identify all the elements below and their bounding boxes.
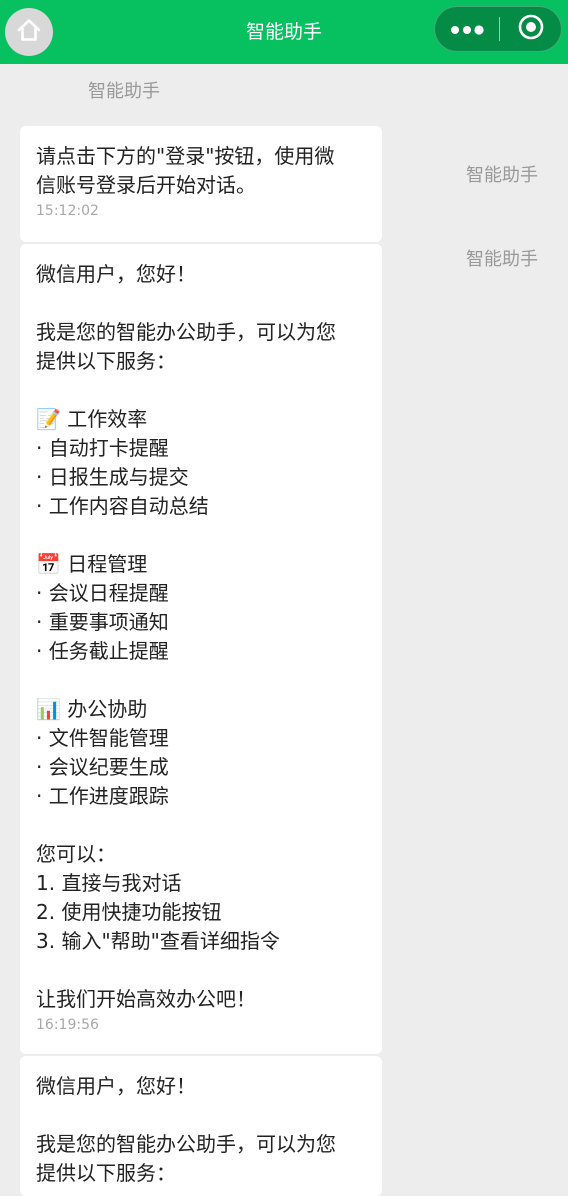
message-text: 微信用户，您好！ 我是您的智能办公助手，可以为您 提供以下服务： 📝 工作效率 … (36, 262, 336, 1011)
message-bubble: 微信用户，您好！ 我是您的智能办公助手，可以为您 提供以下服务： 📝 工作效率 … (20, 244, 382, 1054)
sender-name: 智能助手 (466, 165, 538, 186)
message-time: 16:19:56 (36, 1017, 99, 1033)
close-miniprogram-button[interactable] (500, 7, 562, 51)
more-button[interactable] (435, 7, 499, 51)
message-text: 微信用户，您好！ 我是您的智能办公助手，可以为您 提供以下服务： (36, 1074, 336, 1185)
nav-bar: 智能助手 (0, 0, 568, 64)
message-bubble: 请点击下方的"登录"按钮，使用微 信账号登录后开始对话。 15:12:02 (20, 126, 382, 242)
message-time: 15:12:02 (36, 203, 99, 219)
more-dots-icon (450, 20, 484, 39)
message-text: 请点击下方的"登录"按钮，使用微 信账号登录后开始对话。 (36, 144, 335, 197)
message-bubble: 微信用户，您好！ 我是您的智能办公助手，可以为您 提供以下服务： (20, 1056, 382, 1196)
target-icon (517, 13, 545, 45)
capsule-menu (434, 6, 562, 52)
sender-name: 智能助手 (466, 249, 538, 270)
sender-name: 智能助手 (88, 81, 160, 102)
